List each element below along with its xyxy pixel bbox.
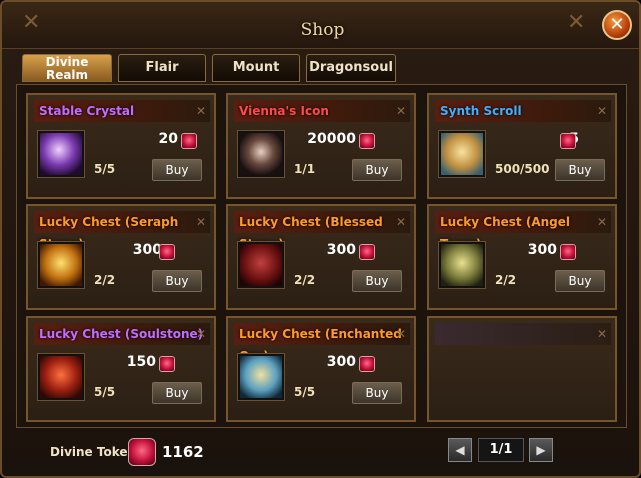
item-stock: 5/5 [294,385,316,399]
tab-divine-realm[interactable]: Divine Realm [22,54,112,82]
close-button[interactable]: ✕ [602,10,632,40]
close-icon: ✕ [195,215,206,229]
blessed-chest-icon [237,241,285,289]
close-icon: ✕ [395,215,406,229]
empty-slot: ✕ [427,316,617,422]
tab-flair[interactable]: Flair [118,54,206,82]
divine-token-icon [128,438,156,466]
tab-dragonsoul[interactable]: Dragonsoul [306,54,396,82]
buy-button[interactable]: Buy [555,270,605,292]
enchanted-ore-chest-icon [237,353,285,401]
vienna-portrait-icon [237,130,285,178]
close-icon: ✕ [195,327,206,341]
tab-label: Realm [45,68,89,82]
item-stock: 2/2 [495,273,517,287]
item-name: Lucky Chest (Seraph Stone) [34,211,210,251]
tab-mount[interactable]: Mount [212,54,300,82]
buy-button[interactable]: Buy [152,270,202,292]
shop-item-card: Synth Scroll ✕ 5 500/500 Buy [427,93,617,199]
shop-item-card: Lucky Chest (Enchanted Ore) ✕ 300 5/5 Bu… [226,316,416,422]
item-stock: 1/1 [294,162,316,176]
shop-item-card: Lucky Chest (Soulstone) ✕ 150 5/5 Buy [26,316,216,422]
item-price: 20 [158,131,178,147]
next-page-button[interactable]: ▶ [529,438,553,462]
item-price: 300 [326,354,356,370]
item-name: Stable Crystal [34,100,210,122]
divine-token-icon [560,244,576,260]
divine-token-icon [359,356,375,372]
angel-tears-chest-icon [438,241,486,289]
item-stock: 500/500 [495,162,550,176]
prev-page-button[interactable]: ◀ [448,438,472,462]
item-price: 150 [126,354,156,370]
item-price: 300 [527,242,557,258]
item-name: Lucky Chest (Enchanted Ore) [234,323,410,363]
divine-token-icon [359,133,375,149]
seraph-chest-icon [37,241,85,289]
close-icon: ✕ [596,215,607,229]
item-stock: 2/2 [94,273,116,287]
page-indicator: 1/1 [478,438,524,462]
buy-button[interactable]: Buy [352,270,402,292]
scroll-icon [438,130,486,178]
divine-token-value: 1162 [162,443,204,461]
close-icon: ✕ [596,327,607,341]
item-price: 300 [326,242,356,258]
buy-button[interactable]: Buy [152,159,202,181]
shop-item-card: Lucky Chest (Seraph Stone) ✕ 300 2/2 Buy [26,204,216,310]
window-title: Shop [300,20,345,40]
item-name: Lucky Chest (Angel Tears) [435,211,611,251]
divine-token-icon [359,244,375,260]
divine-token-icon [560,133,576,149]
item-name: Lucky Chest (Blessed Stone) [234,211,410,251]
close-icon: ✕ [395,327,406,341]
buy-button[interactable]: Buy [555,159,605,181]
buy-button[interactable]: Buy [352,159,402,181]
arrow-left-icon: ◀ [455,443,465,457]
item-name: Lucky Chest (Soulstone) [34,323,210,345]
item-price: 20000 [307,131,356,147]
item-stock: 2/2 [294,273,316,287]
shop-window: ✕ ✕ Shop ✕ Divine Realm Flair Mount Drag… [0,0,641,478]
close-icon: ✕ [195,104,206,118]
stable-crystal-icon [37,130,85,178]
item-name: Synth Scroll [435,100,611,122]
title-bar: ✕ ✕ Shop ✕ [2,2,639,49]
divine-token-label: Divine Token [50,445,137,459]
close-icon: ✕ [395,104,406,118]
close-icon: ✕ [609,14,625,35]
item-price: 300 [132,242,162,258]
shop-item-card: Lucky Chest (Blessed Stone) ✕ 300 2/2 Bu… [226,204,416,310]
buy-button[interactable]: Buy [352,382,402,404]
shop-item-card: Lucky Chest (Angel Tears) ✕ 300 2/2 Buy [427,204,617,310]
shop-item-card: Stable Crystal ✕ 20 5/5 Buy [26,93,216,199]
empty-slot-header [435,323,611,345]
item-stock: 5/5 [94,385,116,399]
divine-token-icon [159,244,175,260]
arrow-right-icon: ▶ [536,443,546,457]
divine-token-icon [159,356,175,372]
divine-token-icon [181,133,197,149]
close-icon: ✕ [596,104,607,118]
soulstone-chest-icon [37,353,85,401]
item-name: Vienna's Icon [234,100,410,122]
item-stock: 5/5 [94,162,116,176]
buy-button[interactable]: Buy [152,382,202,404]
shop-item-card: Vienna's Icon ✕ 20000 1/1 Buy [226,93,416,199]
